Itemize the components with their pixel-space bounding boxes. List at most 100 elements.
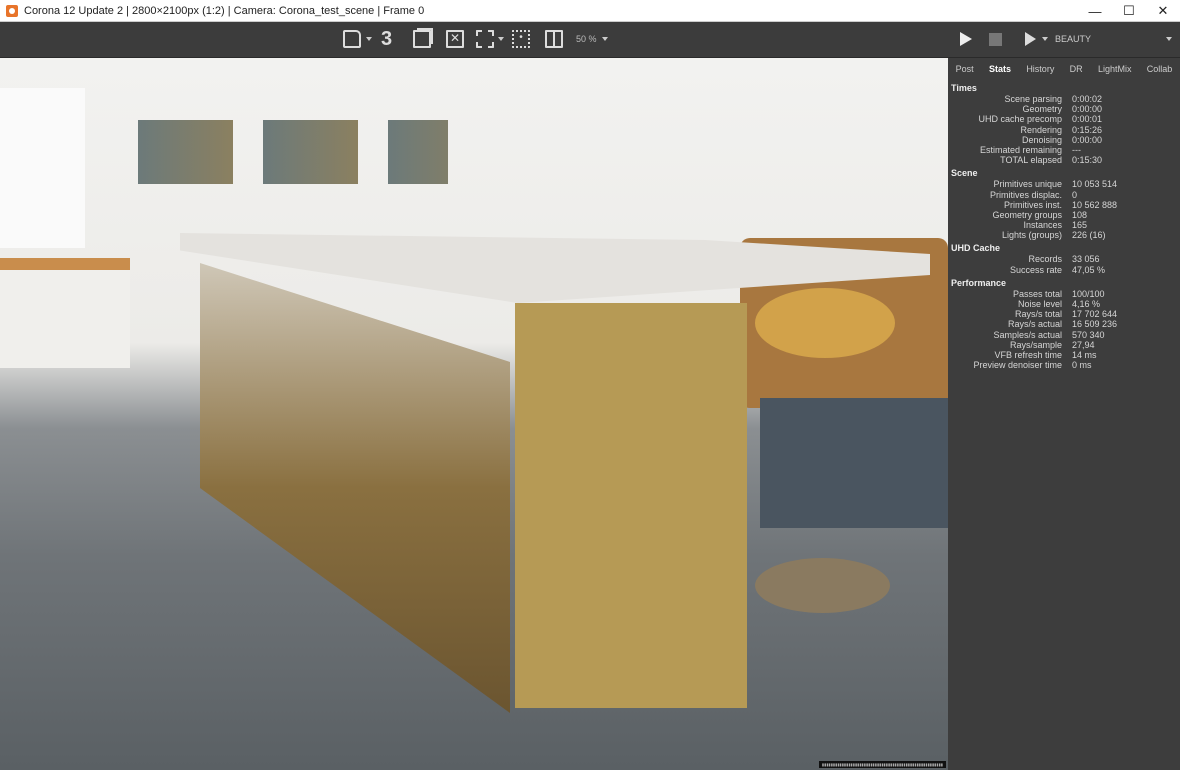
stat-row: Denoising 0:00:00 — [948, 135, 1180, 145]
stat-value: --- — [1072, 144, 1081, 155]
focus-point-icon: • — [512, 30, 530, 48]
stat-row: Primitives unique 10 053 514 — [948, 179, 1180, 189]
stat-row: Noise level 4,16 % — [948, 299, 1180, 309]
tab-dr[interactable]: DR — [1070, 64, 1083, 74]
stat-label: Geometry groups — [992, 209, 1062, 220]
stairs — [0, 258, 130, 368]
stat-row: Preview denoiser time 0 ms — [948, 360, 1180, 370]
tab-collab[interactable]: Collab — [1147, 64, 1173, 74]
render-pass-select[interactable]: BEAUTY — [1055, 34, 1091, 44]
stat-value: 570 340 — [1072, 329, 1105, 340]
stat-label: Rays/sample — [1009, 339, 1062, 350]
stat-value: 16 509 236 — [1072, 319, 1118, 330]
stat-value: 0:00:00 — [1072, 134, 1103, 145]
stat-label: Geometry — [1022, 104, 1062, 115]
stat-value: 0:15:26 — [1072, 124, 1103, 135]
cabinet-side — [515, 303, 747, 708]
stat-row: Samples/s actual 570 340 — [948, 330, 1180, 340]
stat-row: Geometry 0:00:00 — [948, 104, 1180, 114]
region-select-icon — [476, 30, 494, 48]
title-bar: Corona 12 Update 2 | 2800×2100px (1:2) |… — [0, 0, 1180, 22]
copy-button[interactable] — [413, 30, 431, 48]
stat-label: Primitives inst. — [1003, 199, 1062, 210]
stat-value: 226 (16) — [1072, 230, 1106, 241]
interactive-render-icon[interactable] — [1025, 32, 1036, 46]
stat-value: 108 — [1072, 209, 1088, 220]
maximize-button[interactable]: ☐ — [1112, 0, 1146, 22]
stat-row: Records 33 056 — [948, 254, 1180, 264]
stat-value: 0:00:01 — [1072, 114, 1103, 125]
stat-label: Passes total — [1012, 288, 1062, 299]
close-button[interactable]: ✕ — [1146, 0, 1180, 22]
stats-panel: Post Stats History DR LightMix Collab Times Sc… — [948, 58, 1180, 770]
stat-label: Samples/s actual — [993, 329, 1062, 340]
save-dropdown-caret[interactable] — [366, 37, 372, 41]
compare-button[interactable] — [545, 30, 563, 48]
split-view-icon — [545, 30, 563, 48]
copy-icon — [413, 30, 431, 48]
stat-row: Rays/s actual 16 509 236 — [948, 319, 1180, 329]
interactive-dropdown-caret[interactable] — [1042, 37, 1048, 41]
stat-row: Primitives inst. 10 562 888 — [948, 200, 1180, 210]
stat-row: Geometry groups 108 — [948, 210, 1180, 220]
minimize-button[interactable]: — — [1078, 0, 1112, 22]
clear-button[interactable]: ✕ — [446, 30, 464, 48]
stat-label: VFB refresh time — [994, 349, 1062, 360]
stat-label: Noise level — [1017, 299, 1062, 309]
stat-value: 10 053 514 — [1072, 179, 1118, 190]
rug — [760, 398, 948, 528]
stat-label: UHD cache precomp — [978, 114, 1062, 125]
save-button[interactable] — [343, 30, 361, 48]
corona-app-icon — [6, 4, 18, 17]
zoom-dropdown-caret[interactable] — [602, 37, 608, 41]
stat-row: Lights (groups) 226 (16) — [948, 230, 1180, 240]
stat-row: Primitives displac. 0 — [948, 190, 1180, 200]
stat-value: 4,16 % — [1072, 299, 1101, 309]
history-count[interactable]: 3 — [381, 28, 392, 51]
stop-button[interactable] — [989, 33, 1002, 46]
render-play-icon[interactable] — [960, 32, 972, 46]
stat-value: 100/100 — [1072, 288, 1105, 299]
window-title: Corona 12 Update 2 | 2800×2100px (1:2) |… — [24, 4, 425, 17]
stat-value: 27,94 — [1072, 339, 1095, 350]
render-viewport[interactable]: ▮▮▮▮▮▮▮▮▮▮▮▮▮▮▮▮▮▮▮▮▮▮▮▮▮▮▮▮▮▮▮▮▮▮▮▮▮▮▮▮… — [0, 58, 948, 770]
stat-row: Passes total 100/100 — [948, 289, 1180, 299]
render-pass-caret[interactable] — [1166, 37, 1172, 41]
tab-post[interactable]: Post — [956, 64, 974, 74]
stat-row: Success rate 47,05 % — [948, 265, 1180, 275]
toolbar: 3 ✕ • 50 % BEAUTY — [0, 22, 1180, 58]
tab-history[interactable]: History — [1026, 64, 1054, 74]
stat-label: Primitives unique — [993, 179, 1062, 190]
tab-stats[interactable]: Stats — [989, 64, 1011, 74]
stat-value: 0:15:30 — [1072, 155, 1103, 166]
section-title: Performance — [951, 277, 1007, 288]
stat-row: Rays/sample 27,94 — [948, 340, 1180, 350]
cabinet-front — [200, 263, 510, 713]
stat-label: TOTAL elapsed — [1000, 155, 1062, 166]
save-icon — [343, 30, 361, 48]
stat-value: 0:00:00 — [1072, 104, 1103, 115]
focus-button[interactable]: • — [512, 30, 530, 48]
region-dropdown-caret[interactable] — [498, 37, 504, 41]
stat-value: 14 ms — [1072, 349, 1097, 360]
stat-label: Rendering — [1020, 124, 1062, 135]
zoom-select[interactable]: 50 % — [576, 34, 597, 44]
stool-base — [755, 558, 890, 613]
picture-frames — [138, 120, 448, 184]
stat-label: Lights (groups) — [1001, 230, 1062, 241]
region-render-button[interactable] — [476, 30, 494, 48]
stat-label: Success rate — [1009, 264, 1062, 275]
tab-lightmix[interactable]: LightMix — [1098, 64, 1132, 74]
stat-label: Primitives displac. — [989, 189, 1062, 200]
stat-label: Denoising — [1021, 134, 1062, 145]
stat-label: Scene parsing — [1004, 94, 1062, 104]
stat-row: VFB refresh time 14 ms — [948, 350, 1180, 360]
render-stamp: ▮▮▮▮▮▮▮▮▮▮▮▮▮▮▮▮▮▮▮▮▮▮▮▮▮▮▮▮▮▮▮▮▮▮▮▮▮▮▮▮… — [818, 761, 946, 768]
stat-value: 0 — [1072, 189, 1078, 200]
stat-label: Rays/s actual — [1007, 319, 1062, 330]
stat-row: Rays/s total 17 702 644 — [948, 309, 1180, 319]
stat-value: 0:00:02 — [1072, 94, 1103, 104]
section-title: Scene — [951, 168, 978, 179]
stat-value: 17 702 644 — [1072, 309, 1118, 320]
stat-row: Scene parsing 0:00:02 — [948, 94, 1180, 104]
